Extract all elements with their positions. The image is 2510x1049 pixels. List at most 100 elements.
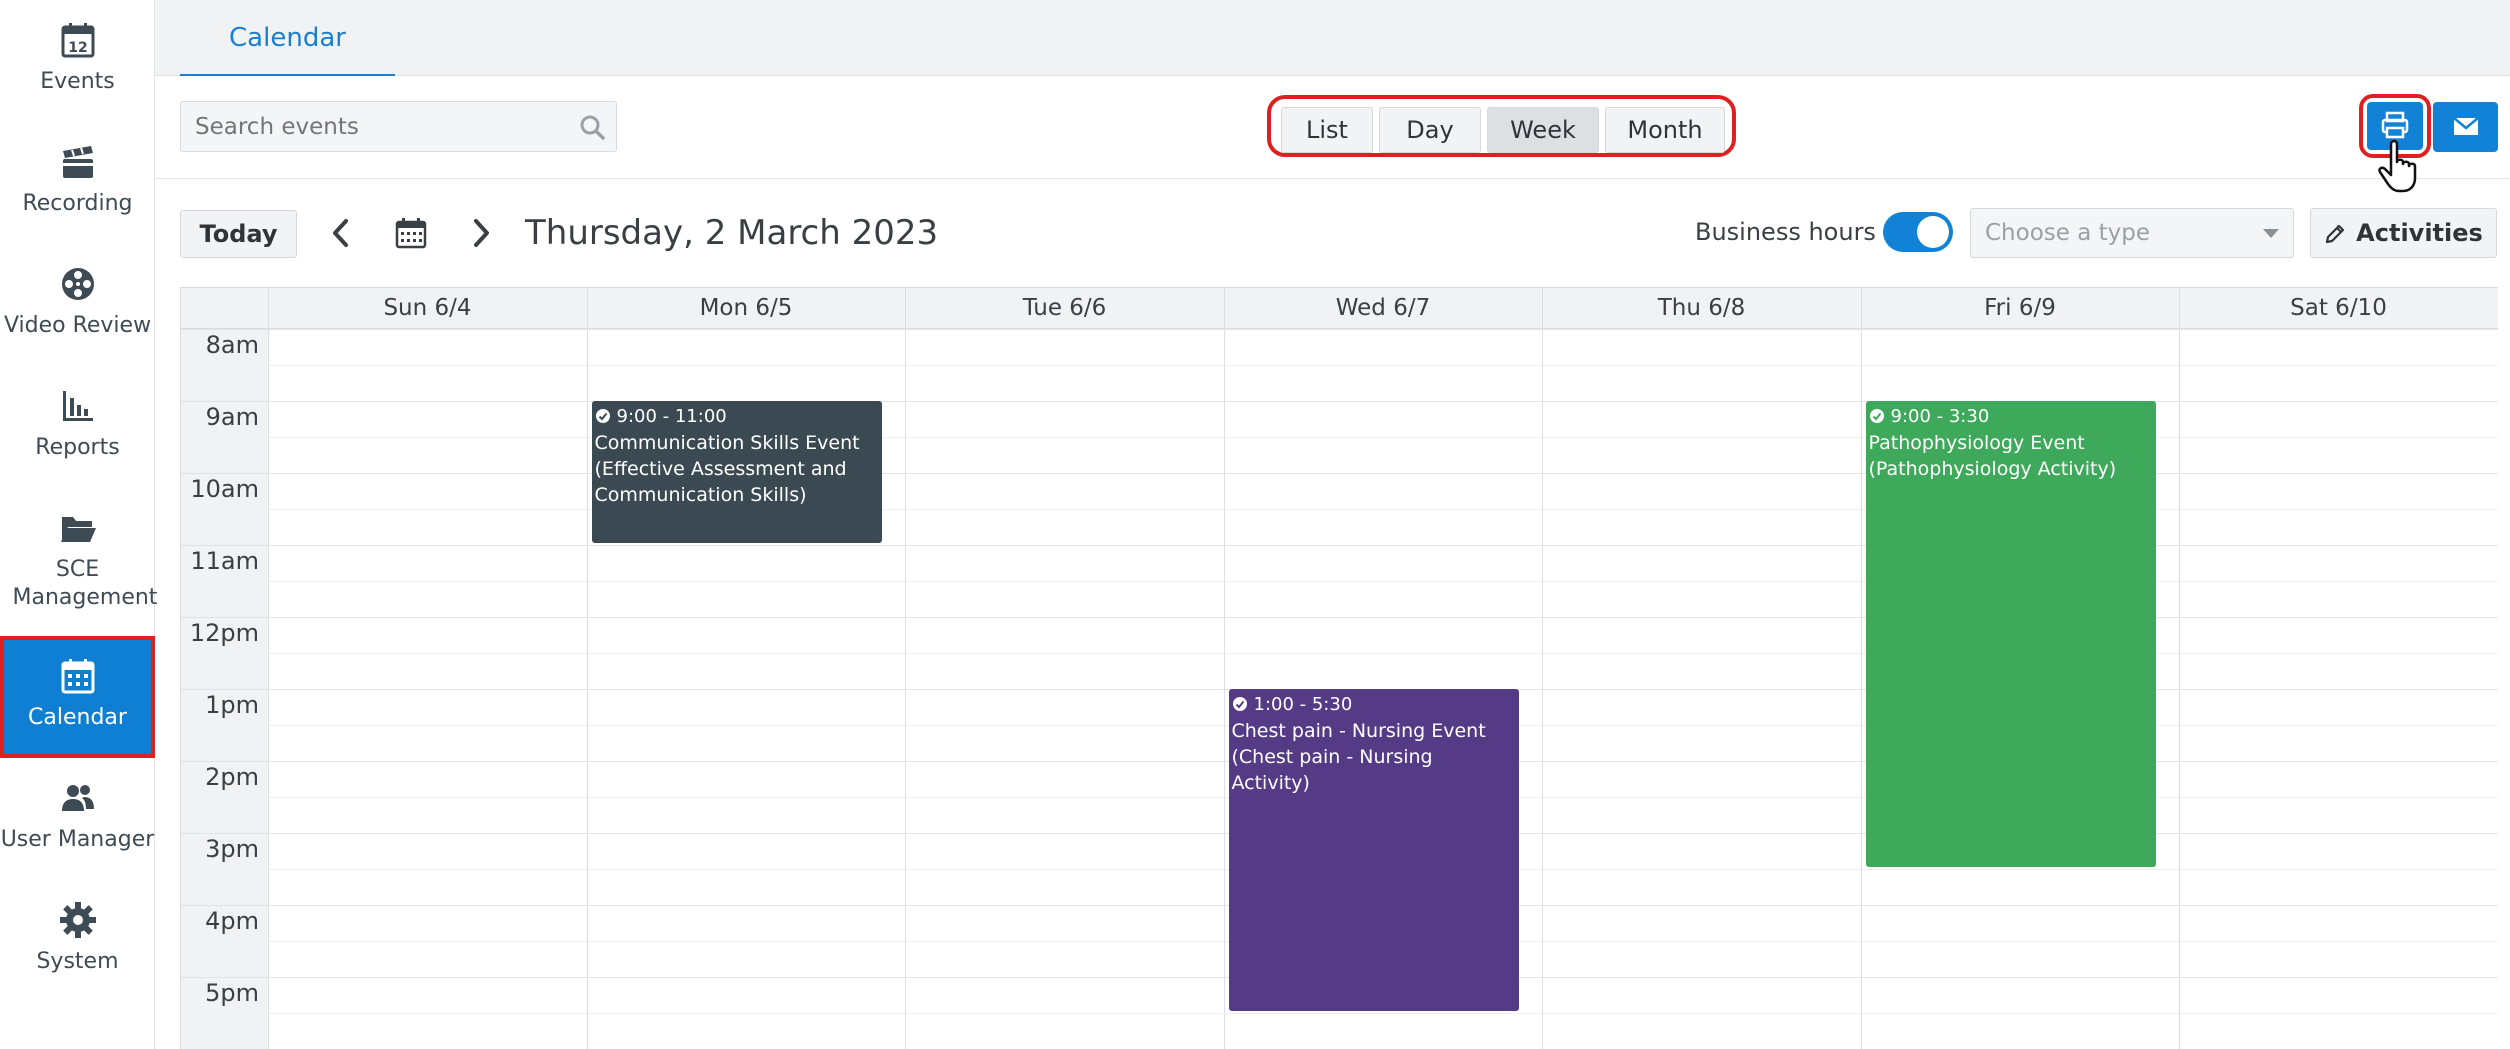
type-select-placeholder: Choose a type [1985,220,2151,246]
sidebar-item-video-review[interactable]: Video Review [0,264,155,354]
activities-label: Activities [2356,219,2483,247]
film-reel-icon [61,268,94,300]
business-hours-label: Business hours [1695,218,1876,246]
mail-icon [2453,117,2479,135]
sidebar: 12 Events Recording Video Review Reports… [0,0,158,1049]
check-circle-icon [595,409,610,423]
week-calendar-grid: Sun 6/4 Mon 6/5 Tue 6/6 Wed 6/7 Thu 6/8 Fri 6… [180,287,2498,1049]
day-column-divider [905,287,906,1049]
search-input[interactable] [181,102,551,151]
half-hour-line [268,653,2498,654]
event-time: 9:00 - 3:30 [1869,404,2154,430]
chevron-down-icon [2263,229,2279,238]
hour-label: 9am [205,403,259,431]
check-circle-icon [1869,409,1884,423]
sidebar-item-sce-management[interactable]: SCE Management [0,508,158,620]
half-hour-line [268,365,2498,366]
list-view-button[interactable]: List [1281,107,1373,153]
event-time-text: 1:00 - 5:30 [1253,694,1353,715]
tab-bar: Calendar [155,0,2510,76]
day-column-divider [1860,287,1862,1049]
day-column-divider [1542,287,1543,1049]
day-column-divider [2179,287,2180,1049]
event-title: Chest pain - Nursing Event (Chest pain -… [1231,720,1486,794]
svg-text:12: 12 [68,40,87,56]
half-hour-line [268,581,2498,582]
day-header: Tue 6/6 [905,288,1223,330]
hour-label: 1pm [205,691,259,719]
event-title: Pathophysiology Event (Pathophysiology A… [1868,432,2117,480]
sidebar-item-system[interactable]: System [0,900,155,990]
bar-chart-icon [62,391,93,421]
sidebar-item-label: SCE Management [12,557,158,610]
current-date-title: Thursday, 2 March 2023 [525,213,939,253]
day-view-button[interactable]: Day [1379,107,1481,153]
chevron-left-icon[interactable] [322,213,362,253]
day-header: Thu 6/8 [1542,288,1860,330]
email-button[interactable] [2433,102,2498,152]
users-icon [61,785,94,811]
sidebar-item-label: Calendar [28,705,127,730]
sidebar-item-label: Video Review [3,313,152,338]
half-hour-line [268,1013,2498,1014]
tab-calendar[interactable]: Calendar [180,0,395,76]
search-icon[interactable] [578,113,606,141]
day-column-divider [1223,287,1225,1049]
date-picker-icon[interactable] [391,213,431,253]
hour-label: 4pm [205,907,259,935]
calendar-icon [61,659,94,694]
calendar-12-icon: 12 [61,23,94,58]
sidebar-item-label: Reports [35,435,120,460]
sidebar-item-calendar[interactable]: Calendar [0,636,155,758]
event-time-text: 9:00 - 3:30 [1890,406,1990,427]
chevron-right-icon[interactable] [460,213,500,253]
month-view-button[interactable]: Month [1605,107,1725,153]
toolbar: List Day Week Month [155,76,2510,193]
sidebar-item-label: System [36,949,119,974]
day-header-row: Sun 6/4 Mon 6/5 Tue 6/6 Wed 6/7 Thu 6/8 Fri 6… [181,287,2498,330]
sidebar-item-label: User Manager [0,827,155,852]
hour-label: 3pm [205,835,259,863]
day-column-divider [268,287,269,1049]
folder-open-icon [60,517,96,542]
hour-label: 5pm [205,979,259,1007]
calendar-event[interactable]: 9:00 - 3:30 Pathophysiology Event (Pathop… [1865,401,2156,867]
sidebar-item-label: Events [40,69,115,94]
day-header: Sat 6/10 [2179,288,2497,330]
week-view-button[interactable]: Week [1487,107,1599,153]
calendar-event[interactable]: 1:00 - 5:30 Chest pain - Nursing Event (C… [1228,689,1519,1011]
day-column-divider [586,287,588,1049]
day-header: Mon 6/5 [586,288,905,330]
sidebar-item-user-manager[interactable]: User Manager [0,778,155,868]
view-switcher: List Day Week Month [1267,95,1736,157]
event-time: 1:00 - 5:30 [1232,692,1517,718]
event-time: 9:00 - 11:00 [595,404,880,430]
day-header: Fri 6/9 [1860,288,2179,330]
sidebar-item-recording[interactable]: Recording [0,142,155,232]
hour-label: 8am [205,331,259,359]
hour-line [181,329,2498,330]
hour-label: 11am [190,547,259,575]
event-title: Communication Skills Event (Effective As… [594,432,860,506]
search-box [180,101,617,152]
event-time-text: 9:00 - 11:00 [616,406,727,427]
toggle-knob [1917,216,1949,248]
gear-icon [59,902,96,938]
sidebar-item-events[interactable]: 12 Events [0,20,155,110]
clapperboard-icon [62,146,93,178]
sidebar-item-reports[interactable]: Reports [0,386,155,476]
business-hours-toggle[interactable] [1883,212,1953,252]
day-header: Wed 6/7 [1223,288,1542,330]
check-circle-icon [1232,697,1247,711]
hand-cursor-icon [2378,139,2417,193]
today-button[interactable]: Today [180,210,297,258]
hour-label: 10am [190,475,259,503]
sidebar-item-label: Recording [22,191,133,216]
day-header: Sun 6/4 [268,288,586,330]
calendar-event[interactable]: 9:00 - 11:00 Communication Skills Event (… [591,401,882,543]
activities-button[interactable]: Activities [2310,208,2497,258]
hour-label: 12pm [189,619,259,647]
hour-label: 2pm [205,763,259,791]
type-select[interactable]: Choose a type [1970,208,2294,258]
pencil-icon [2326,224,2345,244]
